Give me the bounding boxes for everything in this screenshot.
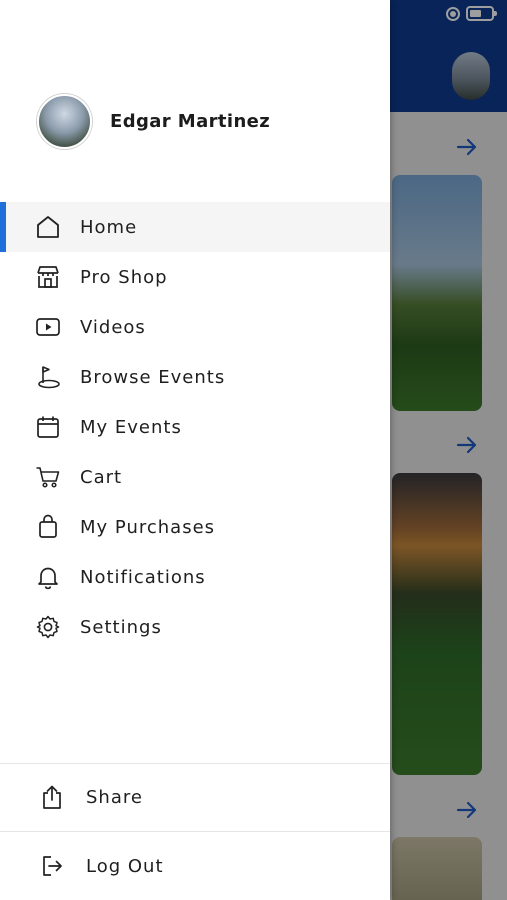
menu-item-videos[interactable]: Videos (0, 302, 390, 352)
menu-item-label: Pro Shop (80, 266, 168, 288)
golf-flag-icon (34, 363, 62, 391)
menu-item-label: Cart (80, 466, 123, 488)
shopping-bag-icon (34, 513, 62, 541)
logout-label: Log Out (86, 855, 164, 877)
avatar (37, 94, 92, 149)
menu-item-label: Home (80, 216, 138, 238)
profile-name: Edgar Martinez (110, 111, 271, 132)
video-play-icon (34, 313, 62, 341)
share-label: Share (86, 786, 143, 808)
menu-item-label: Notifications (80, 566, 206, 588)
menu-item-label: Videos (80, 316, 146, 338)
divider (0, 763, 390, 764)
navigation-drawer: Edgar Martinez Home Pro Shop Videos Brow… (0, 0, 390, 900)
logout-icon (38, 852, 66, 880)
menu-item-home[interactable]: Home (0, 202, 390, 252)
gear-icon (34, 613, 62, 641)
profile-header[interactable]: Edgar Martinez (37, 94, 270, 149)
menu-item-label: My Purchases (80, 516, 216, 538)
divider (0, 831, 390, 832)
drawer-menu: Home Pro Shop Videos Browse Events My Ev… (0, 202, 390, 652)
menu-item-browse-events[interactable]: Browse Events (0, 352, 390, 402)
home-icon (34, 213, 62, 241)
menu-item-my-events[interactable]: My Events (0, 402, 390, 452)
menu-item-my-purchases[interactable]: My Purchases (0, 502, 390, 552)
store-icon (34, 263, 62, 291)
share-button[interactable]: Share (0, 769, 390, 825)
bell-icon (34, 563, 62, 591)
logout-button[interactable]: Log Out (0, 838, 390, 894)
menu-item-label: My Events (80, 416, 182, 438)
cart-icon (34, 463, 62, 491)
menu-item-label: Browse Events (80, 366, 226, 388)
menu-item-settings[interactable]: Settings (0, 602, 390, 652)
menu-item-pro-shop[interactable]: Pro Shop (0, 252, 390, 302)
menu-item-label: Settings (80, 616, 162, 638)
menu-item-notifications[interactable]: Notifications (0, 552, 390, 602)
share-icon (38, 783, 66, 811)
menu-item-cart[interactable]: Cart (0, 452, 390, 502)
calendar-icon (34, 413, 62, 441)
